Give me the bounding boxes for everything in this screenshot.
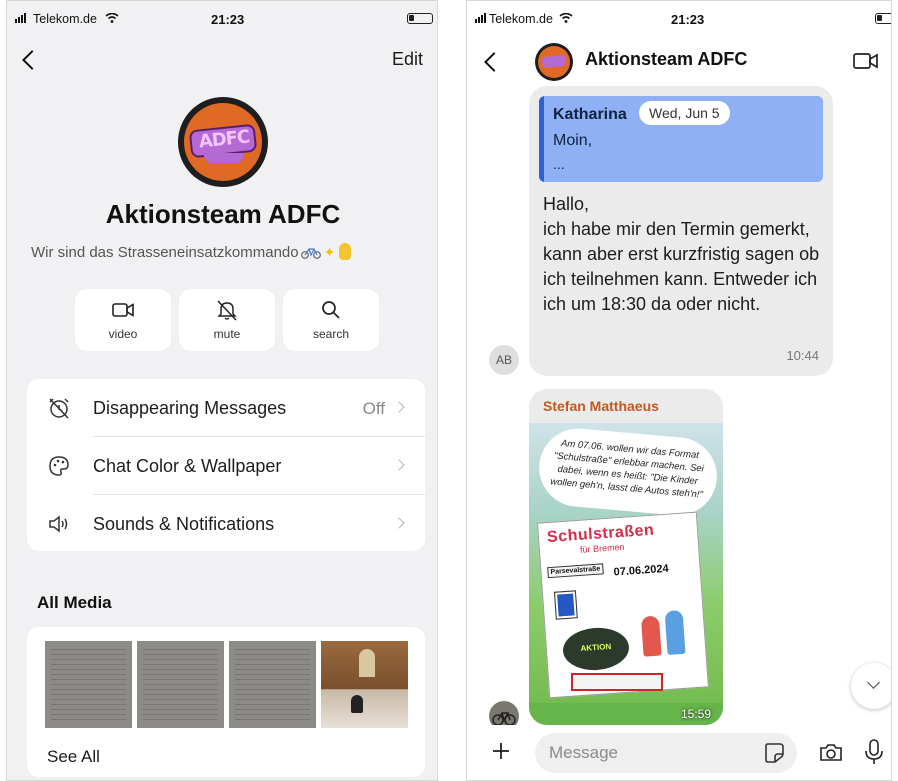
message-time: 10:44 — [786, 348, 819, 363]
timer-off-icon — [49, 398, 69, 419]
message-bubble[interactable]: Katharina Wed, Jun 5 Moin, ... Hallo, ic… — [529, 86, 833, 376]
signal-icon — [15, 13, 26, 23]
child-figure — [640, 615, 662, 657]
chevron-down-icon — [867, 676, 880, 689]
poster-street-sign: Parsevalstraße — [547, 563, 604, 579]
edit-button[interactable]: Edit — [392, 49, 423, 70]
quote-text-more: ... — [553, 156, 565, 172]
chevron-right-icon — [393, 459, 405, 471]
bell-slash-icon — [217, 300, 237, 321]
sticker-icon[interactable] — [763, 742, 785, 764]
battery-icon — [407, 13, 433, 24]
image-message-bubble[interactable]: Stefan Matthaeus Am 07.06. wollen wir da… — [529, 389, 723, 725]
chat-avatar[interactable] — [535, 43, 573, 81]
scroll-to-bottom-button[interactable] — [851, 663, 891, 709]
media-thumbnail[interactable] — [229, 641, 316, 728]
group-name: Aktionsteam ADFC — [105, 199, 341, 229]
quoted-message[interactable]: Katharina Wed, Jun 5 Moin, ... — [539, 96, 823, 182]
sparkles-emoji-icon: ✦ — [323, 244, 336, 260]
status-bar: Telekom.de 21:23 — [467, 1, 891, 35]
poster-highlight-box — [571, 673, 663, 691]
message-time: 15:59 — [680, 707, 711, 721]
media-thumbnail[interactable] — [321, 641, 408, 728]
wifi-icon — [105, 13, 119, 23]
sender-name: Stefan Matthaeus — [543, 398, 659, 414]
video-call-button[interactable]: video — [75, 289, 171, 351]
group-avatar[interactable]: ADFC — [178, 97, 268, 187]
see-all-link[interactable]: See All — [47, 747, 100, 767]
message-field[interactable] — [535, 733, 797, 773]
status-time: 21:23 — [211, 12, 245, 27]
all-media-card: See All — [27, 627, 425, 777]
carrier-label: Telekom.de — [489, 12, 553, 26]
palette-icon — [49, 456, 69, 476]
battery-icon — [875, 13, 891, 24]
group-description: Wir sind das Strasseneinsatzkommando ✦ — [31, 243, 352, 261]
chevron-right-icon — [393, 401, 405, 413]
sender-avatar[interactable]: AB — [489, 345, 519, 375]
group-info-screen: Telekom.de 21:23 Edit ADFC Aktionsteam A… — [6, 0, 438, 781]
signal-icon — [475, 13, 486, 23]
poster-flyer: Schulstraßen für Bremen Parsevalstraße 0… — [537, 511, 709, 699]
mute-button[interactable]: mute — [179, 289, 275, 351]
poster-speech-bubble: Am 07.06. wollen wir das Format "Schulst… — [535, 425, 721, 519]
video-icon — [112, 303, 134, 317]
chat-settings-list: Disappearing Messages Off Chat Color & W… — [27, 379, 425, 551]
media-thumbnail[interactable] — [45, 641, 132, 728]
wifi-icon — [559, 13, 573, 23]
message-composer — [467, 725, 891, 780]
victory-hand-emoji-icon — [339, 243, 352, 260]
poster-action-badge: AKTION — [561, 625, 631, 673]
camera-icon[interactable] — [819, 741, 843, 763]
chevron-right-icon — [393, 517, 405, 529]
disappearing-messages-row[interactable]: Disappearing Messages Off — [27, 379, 425, 436]
pedestrian-sign-icon — [553, 590, 578, 620]
poster-date: 07.06.2024 — [613, 562, 670, 579]
status-time: 21:23 — [671, 12, 705, 27]
quote-date-badge: Wed, Jun 5 — [639, 101, 730, 125]
chat-title[interactable]: Aktionsteam ADFC — [585, 49, 747, 70]
chat-color-wallpaper-row[interactable]: Chat Color & Wallpaper — [27, 437, 425, 494]
plus-icon[interactable] — [491, 741, 511, 761]
message-input[interactable] — [549, 741, 739, 765]
all-media-header: All Media — [37, 593, 112, 612]
back-button[interactable] — [22, 50, 42, 70]
bicycle-emoji-icon — [300, 248, 321, 259]
search-button[interactable]: search — [283, 289, 379, 351]
chat-screen: Telekom.de 21:23 Aktionsteam ADFC Kathar… — [466, 0, 892, 781]
quote-text: Moin, — [553, 132, 593, 149]
poster-image[interactable]: Am 07.06. wollen wir das Format "Schulst… — [529, 423, 723, 725]
sounds-notifications-row[interactable]: Sounds & Notifications — [27, 495, 425, 552]
speaker-icon — [49, 515, 68, 533]
microphone-icon[interactable] — [865, 739, 883, 765]
video-call-icon[interactable] — [853, 52, 879, 70]
carrier-label: Telekom.de — [33, 12, 97, 26]
search-icon — [322, 301, 340, 319]
quote-author: Katharina — [553, 106, 627, 123]
status-bar: Telekom.de 21:23 — [7, 1, 437, 35]
media-thumbnail[interactable] — [137, 641, 224, 728]
disappearing-value: Off — [362, 399, 385, 418]
message-text: Hallo, ich habe mir den Termin gemerkt, … — [543, 194, 820, 314]
child-figure — [664, 609, 686, 656]
